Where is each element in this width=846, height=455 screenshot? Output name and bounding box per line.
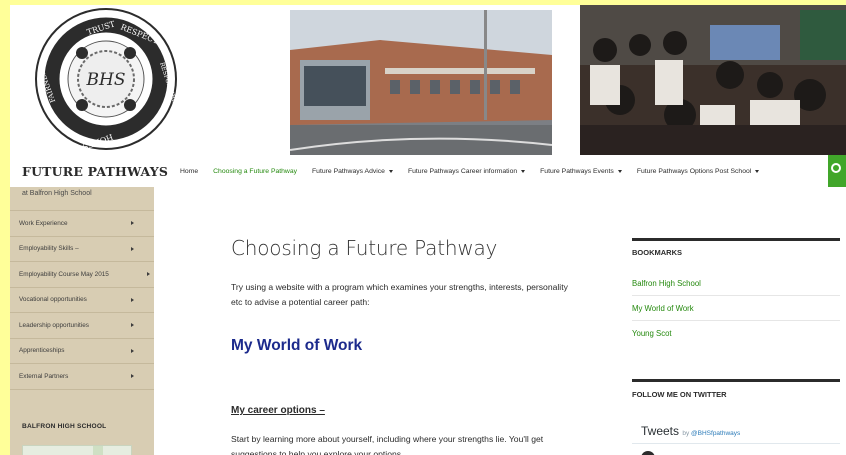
sidebar-item-label: Employability Course May 2015: [19, 270, 109, 278]
school-building-photo: [290, 10, 552, 155]
sidebar-item-label: Vocational opportunities: [19, 296, 87, 304]
chevron-right-icon: [131, 297, 134, 302]
sidebar-item-label: Employability Skills –: [19, 245, 79, 253]
nav-item-label: Future Pathways Options Post School: [636, 167, 752, 175]
sidebar-widget-heading: BALFRON HIGH SCHOOL: [22, 423, 107, 430]
sidebar-item-leadership-opportunities[interactable]: Leadership opportunities: [10, 313, 154, 339]
search-icon: [831, 163, 841, 173]
twitter-widget-title: FOLLOW ME ON TWITTER: [632, 390, 727, 399]
sidebar-item-employability-course[interactable]: Employability Course May 2015: [10, 262, 154, 288]
site-title[interactable]: FUTURE PATHWAYS: [22, 164, 168, 179]
sidebar-item-employability-skills[interactable]: Employability Skills –: [10, 237, 154, 262]
school-map-thumbnail[interactable]: [22, 445, 132, 455]
main-content: Choosing a Future Pathway Try using a we…: [154, 187, 846, 455]
school-crest-logo: BHS TRUST RESPECT RESPONSIBILITY HONESTY…: [10, 5, 200, 155]
chevron-right-icon: [131, 221, 134, 226]
career-options-heading[interactable]: My career options –: [231, 405, 325, 416]
chevron-right-icon: [131, 246, 134, 251]
chevron-right-icon: [147, 272, 150, 277]
nav-item-label: Future Pathways Events: [540, 167, 614, 175]
left-sidebar: at Balfron High School Work Experience E…: [10, 187, 154, 455]
sidebar-item-label: Apprenticeships: [19, 347, 65, 355]
tweets-label: Tweets: [641, 424, 680, 438]
tweet-avatar[interactable]: [641, 451, 655, 455]
bookmark-link-young-scot[interactable]: Young Scot: [632, 321, 840, 346]
tweets-byline: by @BHSfpathways: [682, 430, 740, 437]
bookmarks-widget-divider: [632, 238, 840, 241]
header-banner: BHS TRUST RESPECT RESPONSIBILITY HONESTY…: [10, 5, 846, 155]
search-toggle-button[interactable]: [828, 155, 846, 187]
nav-item-future-pathways-events[interactable]: Future Pathways Events: [540, 168, 622, 175]
caret-down-icon: [388, 169, 393, 173]
caret-down-icon: [521, 169, 526, 173]
nav-item-label: Future Pathways Advice: [312, 167, 385, 175]
nav-item-options-post-school[interactable]: Future Pathways Options Post School: [636, 167, 760, 175]
nav-item-career-information[interactable]: Future Pathways Career information: [407, 167, 526, 175]
intro-paragraph: Try using a website with a program which…: [231, 282, 568, 307]
caret-down-icon: [617, 169, 622, 173]
my-world-of-work-heading[interactable]: My World of Work: [231, 337, 362, 355]
twitter-widget-divider: [632, 379, 840, 382]
nav-item-choosing-a-future-pathway[interactable]: Choosing a Future Pathway: [213, 168, 297, 175]
nav-item-future-pathways-advice[interactable]: Future Pathways Advice: [312, 168, 393, 175]
caret-down-icon: [755, 169, 760, 173]
bookmarks-widget-title: BOOKMARKS: [632, 248, 682, 257]
chevron-right-icon: [131, 323, 134, 328]
chevron-right-icon: [131, 348, 134, 353]
sidebar-item-apprenticeships[interactable]: Apprenticeships: [10, 339, 154, 364]
sidebar-item-label: Work Experience: [19, 219, 68, 227]
primary-nav-menu: Home Choosing a Future Pathway Future Pa…: [180, 155, 774, 187]
map-road: [93, 446, 103, 455]
tweets-header: Tweets by @BHSfpathways: [641, 424, 740, 438]
careers-event-photo: [580, 5, 846, 155]
primary-navbar: FUTURE PATHWAYS Home Choosing a Future P…: [10, 155, 846, 187]
site-tagline: at Balfron High School: [22, 190, 92, 197]
crest-monogram: BHS: [86, 70, 126, 90]
tweet-divider: [632, 443, 840, 444]
sidebar-item-external-partners[interactable]: External Partners: [10, 364, 154, 390]
tweets-by: by: [682, 430, 690, 437]
career-options-paragraph: Start by learning more about yourself, i…: [231, 434, 544, 455]
sidebar-item-work-experience[interactable]: Work Experience: [10, 211, 154, 237]
sidebar-menu: Work Experience Employability Skills – E…: [10, 210, 154, 390]
sidebar-item-label: Leadership opportunities: [19, 321, 89, 329]
bookmark-link-my-world-of-work[interactable]: My World of Work: [632, 296, 840, 321]
sidebar-item-label: External Partners: [19, 372, 69, 380]
nav-item-label: Future Pathways Career information: [407, 167, 518, 175]
twitter-handle-link[interactable]: @BHSfpathways: [691, 430, 740, 437]
nav-item-label: Choosing a Future Pathway: [213, 167, 298, 175]
nav-item-home[interactable]: Home: [180, 168, 198, 175]
nav-item-label: Home: [180, 167, 199, 175]
bookmark-link-balfron-high-school[interactable]: Balfron High School: [632, 271, 840, 296]
page-title: Choosing a Future Pathway: [231, 236, 498, 260]
sidebar-item-vocational-opportunities[interactable]: Vocational opportunities: [10, 288, 154, 313]
chevron-right-icon: [131, 374, 134, 379]
